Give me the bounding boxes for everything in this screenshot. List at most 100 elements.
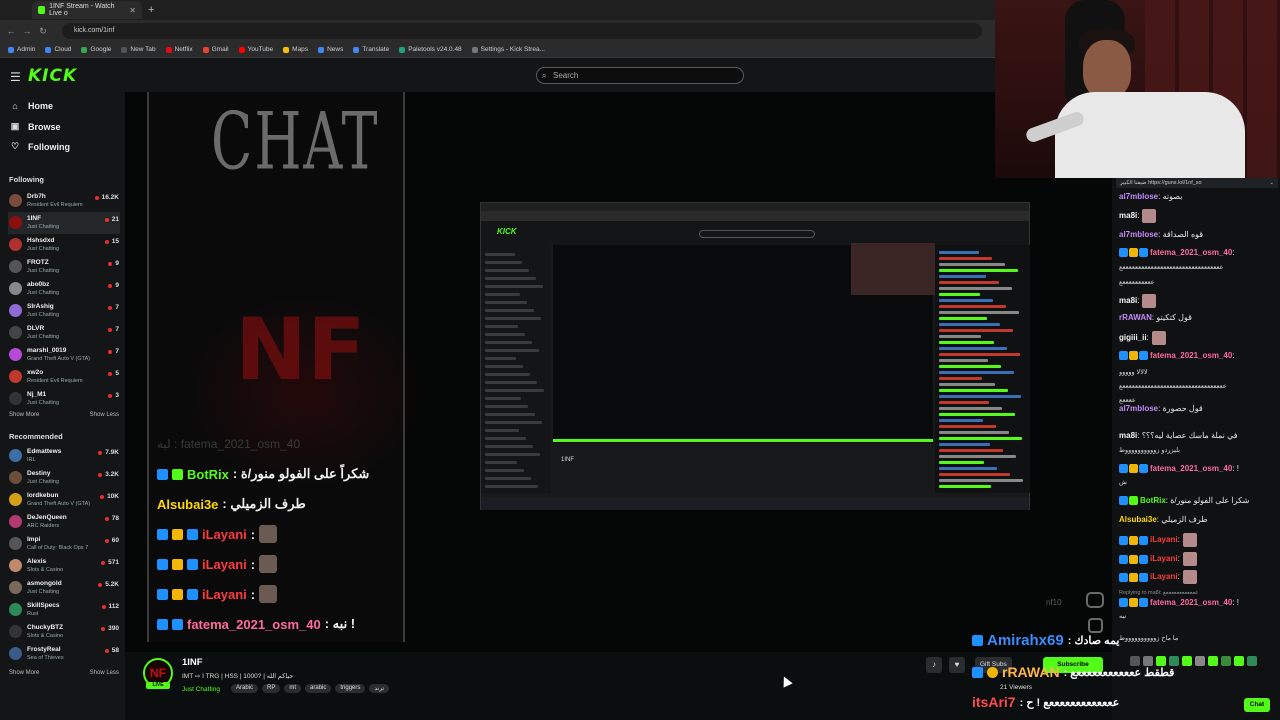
bookmark-item[interactable]: Google xyxy=(81,46,111,53)
nav-home[interactable]: ⌂ Home xyxy=(10,101,53,111)
show-more-button[interactable]: Show More xyxy=(9,670,39,676)
sidebar-channel[interactable]: 1INF Just Chatting 21 xyxy=(8,212,120,234)
bookmark-item[interactable]: News xyxy=(318,46,343,53)
emote-icon[interactable] xyxy=(1169,656,1179,666)
chat-username[interactable]: fatema_2021_osm_40 xyxy=(1150,598,1232,607)
chat-username[interactable]: iLayani xyxy=(1150,554,1178,563)
bell-icon[interactable]: ♪ xyxy=(926,657,942,673)
tag-chip[interactable]: arabic xyxy=(305,684,332,693)
forward-icon[interactable]: → xyxy=(22,26,32,36)
chat-username[interactable]: fatema_2021_osm_40 xyxy=(1150,464,1232,473)
badge-icon xyxy=(972,666,983,678)
chat-username[interactable]: iLayani xyxy=(1150,535,1178,544)
tag-chip[interactable]: ترند xyxy=(369,684,390,693)
sidebar-channel[interactable]: DeJenQueen ARC Raiders 78 xyxy=(8,511,120,533)
sidebar-channel[interactable]: SIrAshig Just Chatting 7 xyxy=(8,300,120,322)
bookmark-item[interactable]: Admin xyxy=(8,46,35,53)
bookmark-label: New Tab xyxy=(130,46,156,53)
sidebar-channel[interactable]: Hshsdxd Just Chatting 15 xyxy=(8,234,120,256)
browser-tab[interactable]: 1INF Stream - Watch Live o ✕ xyxy=(32,1,142,19)
bookmark-label: YouTube xyxy=(247,46,274,53)
bookmark-item[interactable]: Settings - Kick Strea... xyxy=(471,46,545,53)
channel-name: 1INF xyxy=(27,215,42,222)
avatar xyxy=(9,238,22,251)
emote-icon[interactable] xyxy=(1221,656,1231,666)
overlay-message: : نبه ! xyxy=(324,616,356,631)
chat-username[interactable]: Alsubai3e xyxy=(1119,515,1157,524)
chat-username[interactable]: al7mblose xyxy=(1119,192,1158,201)
emote-icon[interactable] xyxy=(1195,656,1205,666)
video-player[interactable]: CHAT NF لبه : fatema_2021_osm_40 BotRix:… xyxy=(125,92,1120,652)
chat-panel[interactable]: ضيفنا الكبير https://guns.lol/1nf_so ⌄ a… xyxy=(1112,178,1280,720)
bookmark-item[interactable]: Maps xyxy=(283,46,308,53)
follow-heart-icon[interactable]: ♥ xyxy=(949,657,965,673)
chevron-down-icon[interactable]: ⌄ xyxy=(1269,178,1274,188)
sidebar-channel[interactable]: Destiny Just Chatting 3.2K xyxy=(8,467,120,489)
chat-username[interactable]: BotRix xyxy=(1140,496,1166,505)
show-less-button[interactable]: Show Less xyxy=(90,670,119,676)
chat-username[interactable]: gigiii_ii xyxy=(1119,333,1147,342)
tag-chip[interactable]: RP xyxy=(262,684,281,693)
chat-username[interactable]: ma8i xyxy=(1119,296,1137,305)
emote-icon[interactable] xyxy=(1130,656,1140,666)
sidebar-channel[interactable]: Nj_M1 Just Chatting 3 xyxy=(8,388,120,410)
chat-username[interactable]: ma8i xyxy=(1119,431,1137,440)
sidebar-channel[interactable]: Impi Call of Duty: Black Ops 7 60 xyxy=(8,533,120,555)
emote-icon[interactable] xyxy=(1156,656,1166,666)
close-tab-icon[interactable]: ✕ xyxy=(129,6,136,15)
sidebar-channel[interactable]: xw2o Resident Evil Requiem 5 xyxy=(8,366,120,388)
show-less-button[interactable]: Show Less xyxy=(90,412,119,418)
bookmark-item[interactable]: YouTube xyxy=(238,46,274,53)
chat-username[interactable]: iLayani xyxy=(1150,572,1178,581)
streamer-name[interactable]: 1INF xyxy=(182,657,203,668)
nav-following[interactable]: ♡ Following xyxy=(10,141,70,152)
sidebar-channel[interactable]: asmongold Just Chatting 5.2K xyxy=(8,577,120,599)
chat-text: : xyxy=(1232,351,1235,360)
sidebar-channel[interactable]: lordkebun Grand Theft Auto V (GTA) 10K xyxy=(8,489,120,511)
chat-username[interactable]: al7mblose xyxy=(1119,404,1158,413)
sidebar-channel[interactable]: ChuckyBTZ Slots & Casino 390 xyxy=(8,621,120,643)
sidebar-channel[interactable]: FROTZ Just Chatting 9 xyxy=(8,256,120,278)
search-input[interactable]: ⌕ Search xyxy=(536,67,744,84)
sidebar-channel[interactable]: Edmattews IRL 7.9K xyxy=(8,445,120,467)
bookmark-item[interactable]: Gmail xyxy=(202,46,229,53)
url-bar[interactable]: kick.com/1inf xyxy=(62,23,982,39)
bookmark-label: Paletools v24.0.48 xyxy=(408,46,462,53)
emote-icon[interactable] xyxy=(1182,656,1192,666)
bookmark-item[interactable]: Cloud xyxy=(45,46,71,53)
sidebar-channel[interactable]: FrostyReal Sea of Thieves 58 xyxy=(8,643,120,665)
emote-icon[interactable] xyxy=(1208,656,1218,666)
bookmark-item[interactable]: Paletools v24.0.48 xyxy=(399,46,462,53)
nav-browse[interactable]: ▣ Browse xyxy=(10,121,61,132)
emote-row[interactable] xyxy=(1130,656,1257,666)
send-chat-button[interactable]: Chat xyxy=(1244,698,1270,712)
sidebar-channel[interactable]: DLVR Just Chatting 7 xyxy=(8,322,120,344)
tag-chip[interactable]: mt xyxy=(284,684,302,693)
bookmark-item[interactable]: New Tab xyxy=(121,46,156,53)
menu-icon[interactable]: ☰ xyxy=(10,70,21,84)
stream-category[interactable]: Just Chatting xyxy=(182,686,220,693)
kick-logo[interactable]: KICK xyxy=(28,66,77,86)
new-tab-button[interactable]: + xyxy=(148,4,154,16)
emote-icon[interactable] xyxy=(1143,656,1153,666)
reload-icon[interactable]: ↻ xyxy=(38,26,48,37)
show-more-button[interactable]: Show More xyxy=(9,412,39,418)
bookmark-item[interactable]: Netflix xyxy=(165,46,193,53)
chat-username[interactable]: ma8i xyxy=(1119,211,1137,220)
sidebar-channel[interactable]: SkillSpecs Rust 112 xyxy=(8,599,120,621)
sidebar-channel[interactable]: Alexis Slots & Casino 571 xyxy=(8,555,120,577)
chat-username[interactable]: fatema_2021_osm_40 xyxy=(1150,248,1232,257)
sidebar-channel[interactable]: abo0bz Just Chatting 9 xyxy=(8,278,120,300)
emote-icon[interactable] xyxy=(1234,656,1244,666)
tag-chip[interactable]: triggers xyxy=(335,684,366,693)
back-icon[interactable]: ← xyxy=(6,26,16,36)
emote-icon[interactable] xyxy=(1247,656,1257,666)
mini-sidebar-row xyxy=(485,485,538,488)
chat-username[interactable]: fatema_2021_osm_40 xyxy=(1150,351,1232,360)
sidebar-channel[interactable]: marshl_0019 Grand Theft Auto V (GTA) 7 xyxy=(8,344,120,366)
sidebar-channel[interactable]: Drb7h Resident Evil Requiem 16.2K xyxy=(8,190,120,212)
tag-chip[interactable]: Arabic xyxy=(231,684,259,693)
chat-username[interactable]: rRAWAN xyxy=(1119,313,1152,322)
bookmark-item[interactable]: Translate xyxy=(353,46,389,53)
chat-username[interactable]: al7mblose xyxy=(1119,230,1158,239)
